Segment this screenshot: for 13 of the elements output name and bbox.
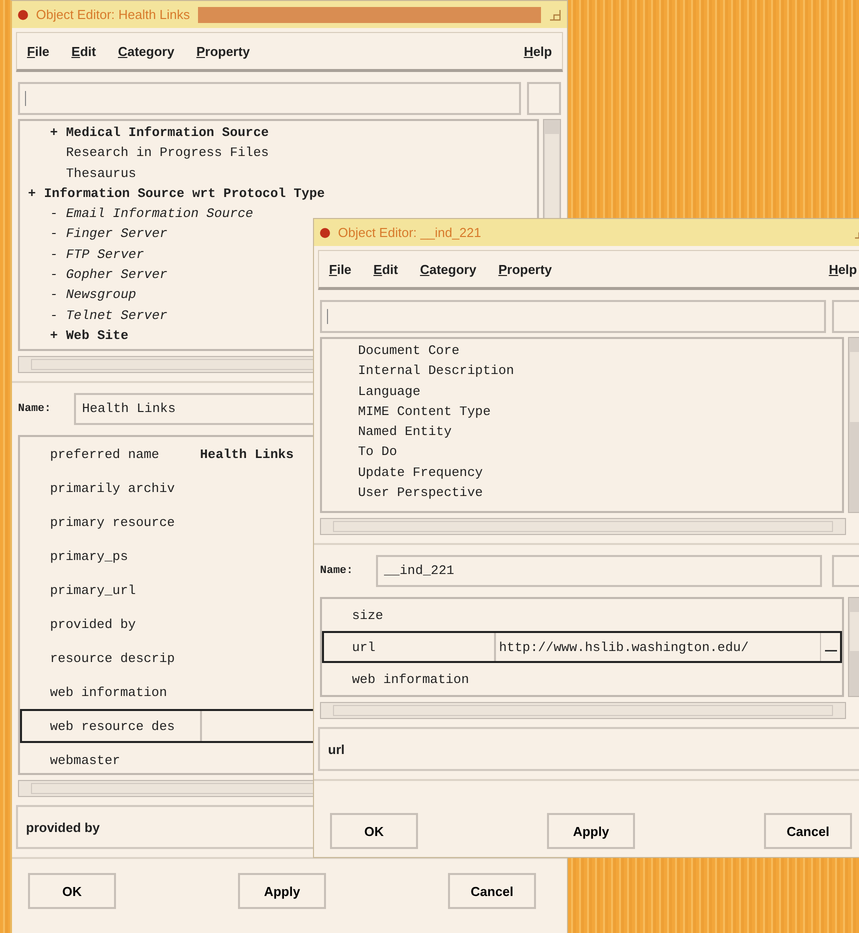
status-field: url	[318, 727, 859, 771]
property-name: primary resource	[50, 514, 176, 530]
property-name: preferred name	[50, 446, 160, 462]
property-name: web resource des	[50, 718, 176, 734]
name-label: Name:	[320, 565, 354, 577]
property-name: url	[352, 640, 376, 654]
name-label: Name:	[18, 403, 52, 415]
property-name: web information	[352, 672, 470, 686]
window-title: Object Editor: __ind_221	[338, 225, 482, 240]
window-title: Object Editor: Health Links	[36, 7, 190, 22]
property-name: primary_url	[50, 582, 137, 598]
property-value: Health Links	[200, 446, 294, 462]
property-name: size	[352, 608, 384, 622]
